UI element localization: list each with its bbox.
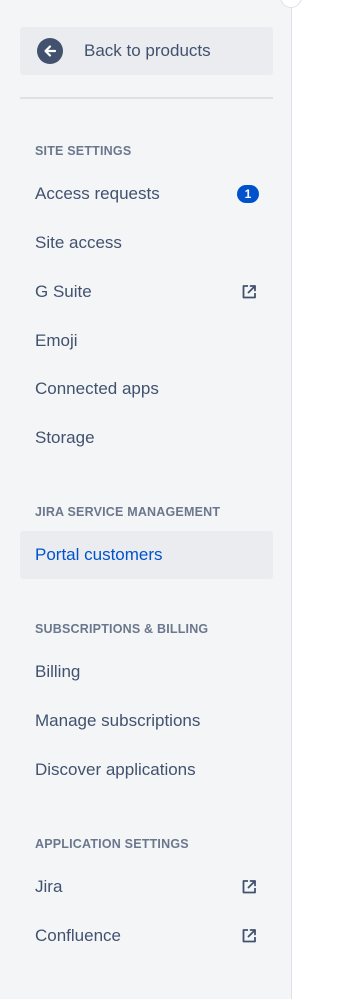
nav-item-emoji[interactable]: Emoji (20, 317, 273, 365)
nav-item-portal-customers[interactable]: Portal customers (20, 531, 273, 579)
nav-item-site-access[interactable]: Site access (20, 219, 273, 267)
nav-item-jira[interactable]: Jira (20, 863, 273, 911)
arrow-left-icon (37, 38, 63, 64)
nav-item-label: Confluence (35, 926, 122, 945)
sidebar: Back to products SITE SETTINGS Access re… (0, 0, 292, 999)
section-heading-subscriptions-billing: SUBSCRIPTIONS & BILLING (35, 622, 209, 636)
nav-item-label: Connected apps (35, 379, 159, 398)
nav-item-label: Site access (35, 233, 122, 252)
divider (20, 97, 273, 99)
section-heading-jira-service-management: JIRA SERVICE MANAGEMENT (35, 505, 221, 519)
section-heading-site-settings: SITE SETTINGS (35, 144, 132, 158)
nav-item-label: Jira (35, 877, 63, 896)
nav-item-g-suite[interactable]: G Suite (20, 268, 273, 316)
external-link-icon (240, 283, 258, 301)
nav-item-label: Discover applications (35, 760, 196, 779)
nav-item-label: Access requests (35, 184, 160, 203)
nav-item-confluence[interactable]: Confluence (20, 912, 273, 960)
section-heading-application-settings: APPLICATION SETTINGS (35, 837, 189, 851)
nav-item-discover-applications[interactable]: Discover applications (20, 746, 273, 794)
external-link-icon (240, 927, 258, 945)
nav-item-manage-subscriptions[interactable]: Manage subscriptions (20, 697, 273, 745)
nav-item-access-requests[interactable]: Access requests 1 (20, 170, 273, 218)
nav-item-label: Billing (35, 662, 81, 681)
back-button-label: Back to products (84, 41, 211, 60)
back-to-products-button[interactable]: Back to products (20, 27, 273, 75)
nav-item-connected-apps[interactable]: Connected apps (20, 365, 273, 413)
count-badge: 1 (237, 185, 259, 203)
nav-item-label: G Suite (35, 282, 92, 301)
nav-item-storage[interactable]: Storage (20, 414, 273, 462)
nav-item-billing[interactable]: Billing (20, 648, 273, 696)
nav-item-label: Portal customers (35, 545, 163, 564)
nav-item-label: Emoji (35, 331, 78, 350)
external-link-icon (240, 878, 258, 896)
nav-item-label: Manage subscriptions (35, 711, 201, 730)
nav-item-label: Storage (35, 428, 95, 447)
